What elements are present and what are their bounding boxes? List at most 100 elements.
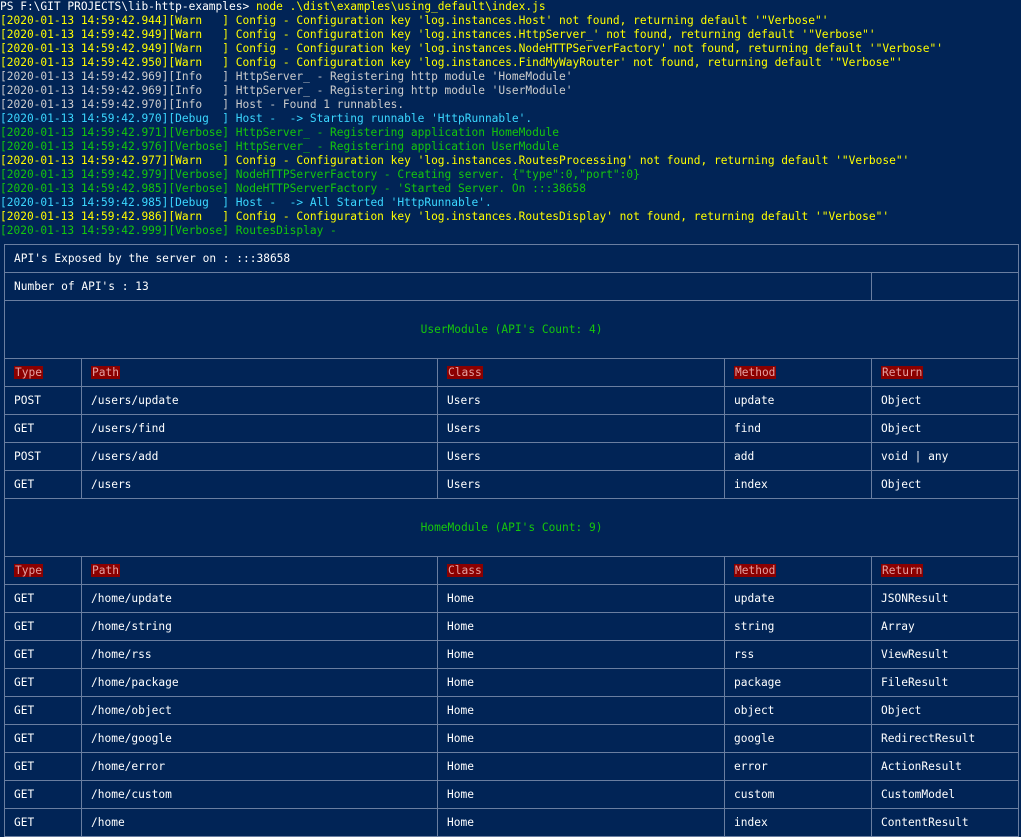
column-header-type: Type [14,564,43,577]
table-cell-path: /home/rss [81,640,438,669]
table-cell-return: ActionResult [870,752,1020,781]
column-header-type: Type [14,366,43,379]
table-cell-type: GET [4,414,82,443]
table-cell-method: index [724,470,872,499]
table-cell-type: GET [4,668,82,697]
column-header-class: Class [447,366,483,379]
table-cell-path: /home/object [81,696,438,725]
table-cell-type: GET [4,612,82,641]
log-line-verbose: [2020-01-13 14:59:42.999][Verbose] Route… [0,224,337,237]
table-cell-class: Users [437,470,725,499]
table-cell-class: Home [437,752,725,781]
routes-table: API's Exposed by the server on : :::3865… [3,244,1020,837]
table-header-row: Type Path Class Method Return [4,358,1020,387]
table-cell-method: package [724,668,872,697]
table-header-row: Type Path Class Method Return [4,556,1020,585]
table-cell-method: string [724,612,872,641]
count-row: Number of API's : 13 [4,272,1020,301]
table-cell-class: Home [437,640,725,669]
log-line-warn: [2020-01-13 14:59:42.986][Warn ] Config … [0,210,890,223]
table-cell-path: /users/find [81,414,438,443]
table-row: GET/home/package Home package FileResult [4,668,1020,697]
table-row: GET/home/object Home object Object [4,696,1020,725]
log-line-verbose: [2020-01-13 14:59:42.979][Verbose] NodeH… [0,168,640,181]
table-cell-return: FileResult [870,668,1020,697]
table-cell-type: GET [4,780,82,809]
table-cell-class: Home [437,780,725,809]
column-header-cell: Path [81,556,438,585]
column-header-cell: Path [81,358,438,387]
table-cell-class: Users [437,414,725,443]
column-header-cell: Class [437,358,725,387]
log-line-warn: [2020-01-13 14:59:42.949][Warn ] Config … [0,42,943,55]
log-line-warn: [2020-01-13 14:59:42.977][Warn ] Config … [0,154,910,167]
prompt-line: PS F:\GIT PROJECTS\lib-http-examples> no… [0,0,546,14]
log-line-debug: [2020-01-13 14:59:42.970][Debug ] Host -… [0,112,533,125]
table-row: GET/users/find Users find Object [4,414,1020,443]
column-header-cell: Class [437,556,725,585]
module-title: UserModule (API's Count: 4) [3,300,1020,359]
table-row: GET/home/custom Home custom CustomModel [4,780,1020,809]
table-cell-method: custom [724,780,872,809]
table-cell-type: GET [4,470,82,499]
table-cell-path: /home/string [81,612,438,641]
column-header-method: Method [734,366,777,379]
table-row: GET/home/error Home error ActionResult [4,752,1020,781]
command-text: node .\dist\examples\using_default\index… [255,0,546,13]
table-row: POST/users/add Users add void | any [4,442,1020,471]
column-header-cell: Method [724,556,872,585]
table-cell-method: find [724,414,872,443]
column-header-cell: Return [870,556,1020,585]
table-cell-method: update [724,386,872,415]
table-cell-class: Users [437,442,725,471]
table-cell-return: ViewResult [870,640,1020,669]
table-row: GET/home/google Home google RedirectResult [4,724,1020,753]
log-line-debug: [2020-01-13 14:59:42.985][Debug ] Host -… [0,196,492,209]
table-cell-path: /users/add [81,442,438,471]
table-cell-return: Object [870,470,1020,499]
table-cell-class: Home [437,584,725,613]
table-cell-return: Object [870,696,1020,725]
table-row: GET/users Users index Object [4,470,1020,499]
table-cell-type: GET [4,640,82,669]
log-line-verbose: [2020-01-13 14:59:42.976][Verbose] HttpS… [0,140,560,153]
table-row: GET/home Home index ContentResult [4,808,1020,837]
log-line-verbose: [2020-01-13 14:59:42.985][Verbose] NodeH… [0,182,586,195]
table-row: GET/home/update Home update JSONResult [4,584,1020,613]
table-cell-type: GET [4,752,82,781]
log-line-info: [2020-01-13 14:59:42.970][Info ] Host - … [0,98,405,111]
table-cell-method: google [724,724,872,753]
table-cell-type: GET [4,724,82,753]
api-count-label: Number of API's : 13 [4,272,872,301]
table-cell-return: Object [870,414,1020,443]
table-cell-path: /home/custom [81,780,438,809]
table-cell-path: /home/update [81,584,438,613]
table-cell-path: /users [81,470,438,499]
table-cell-method: index [724,808,872,837]
table-row: POST/users/update Users update Object [4,386,1020,415]
table-cell-type: POST [4,442,82,471]
table-cell-type: GET [4,584,82,613]
table-row: GET/home/rss Home rss ViewResult [4,640,1020,669]
table-cell-method: object [724,696,872,725]
table-cell-method: error [724,752,872,781]
table-cell-type: POST [4,386,82,415]
column-header-return: Return [881,366,924,379]
table-cell-return: Object [870,386,1020,415]
column-header-cell: Type [4,358,82,387]
table-cell-return: JSONResult [870,584,1020,613]
log-line-info: [2020-01-13 14:59:42.969][Info ] HttpSer… [0,84,573,97]
table-cell-return: RedirectResult [870,724,1020,753]
table-row: GET/home/string Home string Array [4,612,1020,641]
table-cell-return: Array [870,612,1020,641]
table-cell-class: Home [437,696,725,725]
log-line-warn: [2020-01-13 14:59:42.944][Warn ] Config … [0,14,829,27]
table-cell-path: /home/error [81,752,438,781]
column-header-cell: Type [4,556,82,585]
table-cell-class: Users [437,386,725,415]
table-cell-method: update [724,584,872,613]
module-title-row: HomeModule (API's Count: 9) [3,498,1020,557]
table-cell-path: /home/google [81,724,438,753]
table-cell-method: rss [724,640,872,669]
prompt-path: PS F:\GIT PROJECTS\lib-http-examples> [0,0,256,13]
